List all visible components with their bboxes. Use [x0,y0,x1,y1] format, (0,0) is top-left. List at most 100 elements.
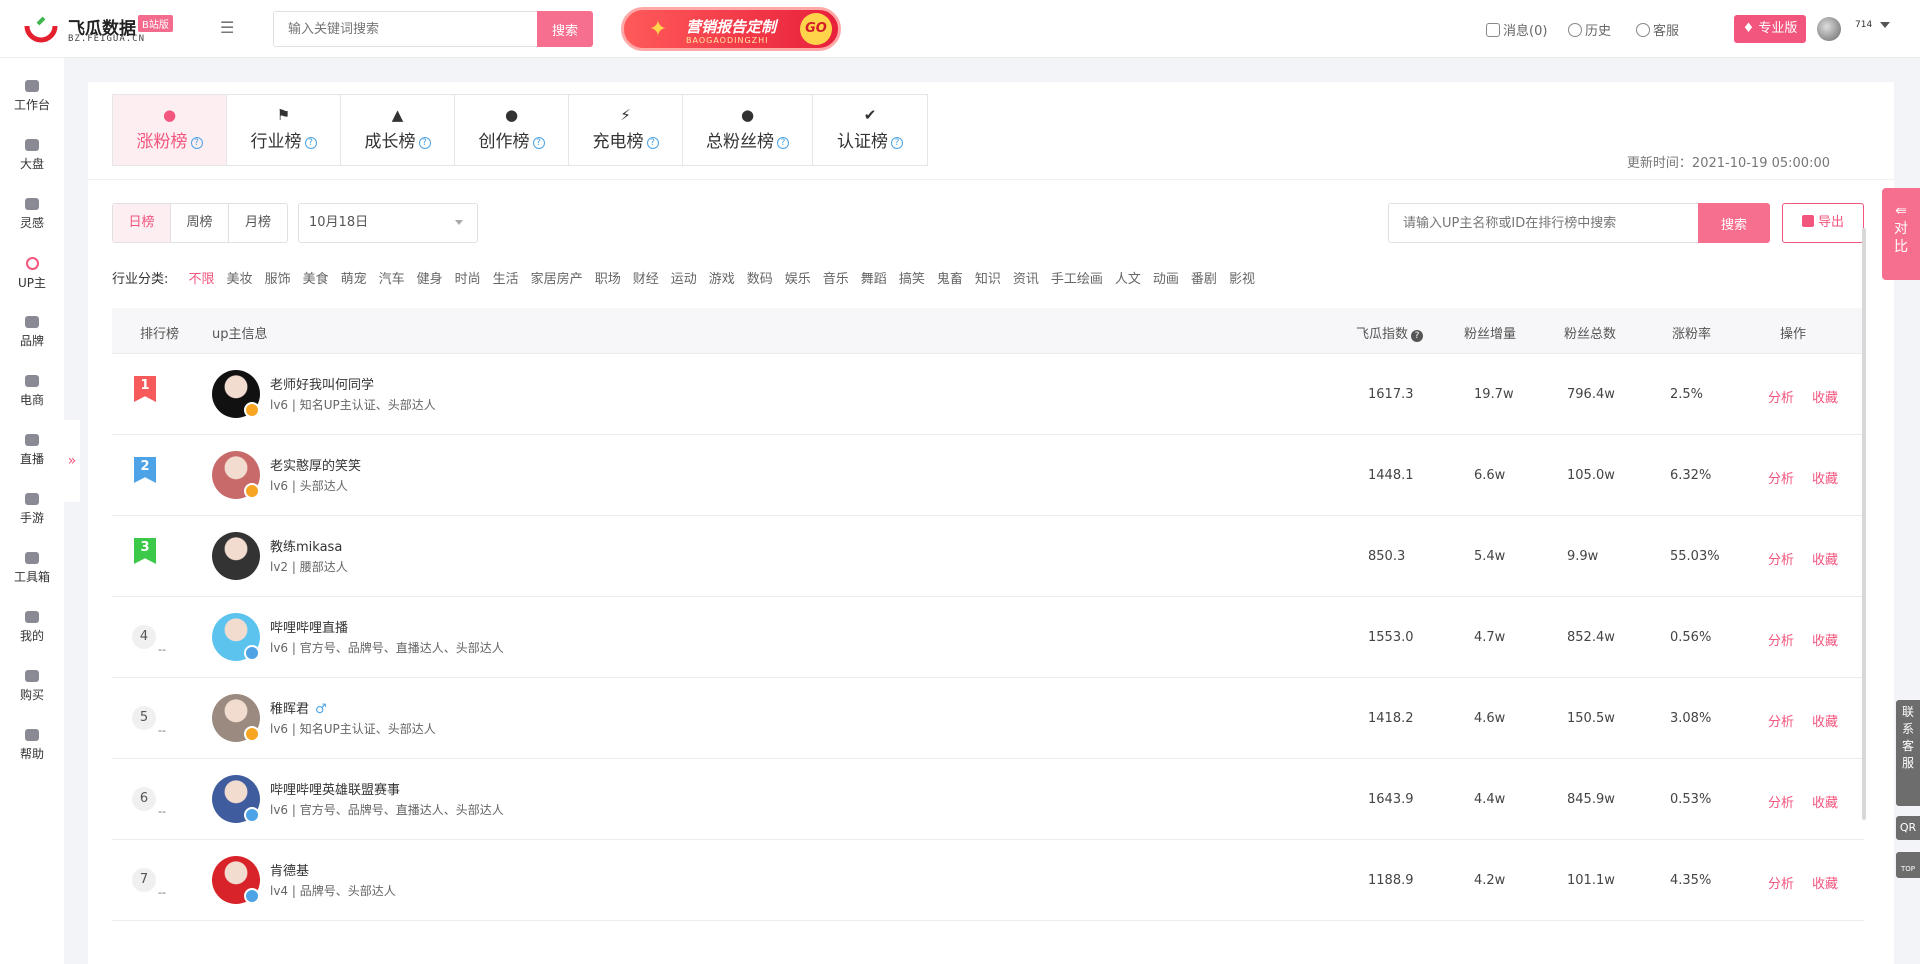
sidebar-item-8[interactable]: 工具箱 [0,542,64,596]
favorite-link[interactable]: 收藏 [1812,711,1838,730]
analyze-link[interactable]: 分析 [1768,387,1794,406]
sidebar-expand-icon[interactable]: » [64,420,80,502]
category-item[interactable]: 人文 [1115,272,1141,287]
category-item[interactable]: 搞笑 [899,272,925,287]
search-button[interactable]: 搜索 [537,11,593,47]
period-option-0[interactable]: 日榜 [113,204,171,242]
help-icon[interactable]: ? [304,137,317,149]
favorite-link[interactable]: 收藏 [1812,387,1838,406]
tab-6[interactable]: ✔ 认证榜? [813,95,927,165]
category-item[interactable]: 数码 [747,272,773,287]
sidebar-item-3[interactable]: UP主 [0,247,64,301]
sidebar-item-9[interactable]: 我的 [0,601,64,655]
messages-link[interactable]: 消息(0) [1486,20,1547,39]
date-select[interactable]: 10月18日 [298,203,478,243]
sidebar-item-11[interactable]: 帮助 [0,719,64,773]
category-item[interactable]: 时尚 [455,272,481,287]
promo-banner[interactable]: ✦ 营销报告定制 BAOGAODINGZHI GO [621,7,841,51]
analyze-link[interactable]: 分析 [1768,468,1794,487]
compare-button[interactable]: ⇚ 对比 [1882,188,1920,280]
category-item[interactable]: 知识 [975,272,1001,287]
search-input[interactable] [273,11,537,47]
favorite-link[interactable]: 收藏 [1812,630,1838,649]
table-row[interactable]: 7 -- 肯德基 lv4 | 品牌号、头部达人 1188.9 4.2w 101.1w 4.35… [112,840,1864,921]
table-row[interactable]: 4 -- 哔哩哔哩直播 lv6 | 官方号、品牌号、直播达人、头部达人 1553.0 4.… [112,597,1864,678]
favorite-link[interactable]: 收藏 [1812,468,1838,487]
category-item[interactable]: 运动 [671,272,697,287]
category-item[interactable]: 动画 [1153,272,1179,287]
table-row[interactable]: 3 教练mikasa lv2 | 腰部达人 850.3 5.4w 9.9w 55.03% 分析… [112,516,1864,597]
category-item[interactable]: 不限 [189,272,215,287]
category-item[interactable]: 生活 [493,272,519,287]
tab-1[interactable]: ⚑ 行业榜? [227,95,341,165]
analyze-link[interactable]: 分析 [1768,630,1794,649]
category-item[interactable]: 资讯 [1013,272,1039,287]
category-item[interactable]: 家居房产 [531,272,583,287]
period-option-1[interactable]: 周榜 [171,204,229,242]
help-icon[interactable]: ? [418,137,431,149]
category-item[interactable]: 萌宠 [341,272,367,287]
contact-service-button[interactable]: 联系客服 [1896,700,1920,806]
category-item[interactable]: 游戏 [709,272,735,287]
up-search-input[interactable] [1388,203,1698,243]
analyze-link[interactable]: 分析 [1768,711,1794,730]
favorite-link[interactable]: 收藏 [1812,873,1838,892]
sidebar-item-6[interactable]: 直播 [0,424,64,478]
favorite-link[interactable]: 收藏 [1812,792,1838,811]
category-item[interactable]: 番剧 [1191,272,1217,287]
help-icon[interactable]: ? [646,137,659,149]
sidebar-item-2[interactable]: 灵感 [0,188,64,242]
up-avatar[interactable] [212,532,260,580]
category-item[interactable]: 美妆 [227,272,253,287]
up-name[interactable]: 老师好我叫何同学 [270,374,374,393]
logo[interactable]: 飞瓜数据 B站版 BZ.FEIGUA.CN [24,12,174,46]
menu-toggle-icon[interactable]: ☰ [220,20,238,36]
category-item[interactable]: 音乐 [823,272,849,287]
category-item[interactable]: 鬼畜 [937,272,963,287]
category-item[interactable]: 财经 [633,272,659,287]
help-icon[interactable]: ? [777,137,789,149]
pro-version-button[interactable]: ♦ 专业版 [1734,15,1806,43]
sidebar-item-4[interactable]: 品牌 [0,306,64,360]
back-to-top-button[interactable]: TOP [1896,852,1920,878]
service-link[interactable]: 客服 [1636,20,1679,39]
category-item[interactable]: 服饰 [265,272,291,287]
analyze-link[interactable]: 分析 [1768,873,1794,892]
up-name[interactable]: 教练mikasa [270,536,342,555]
help-icon[interactable]: ? [190,137,203,149]
tab-0[interactable]: ● 涨粉榜? [113,95,227,165]
category-item[interactable]: 影视 [1229,272,1255,287]
tab-4[interactable]: ⚡ 充电榜? [569,95,683,165]
scrollbar[interactable] [1862,228,1866,820]
help-icon[interactable]: ? [891,137,903,149]
category-item[interactable]: 娱乐 [785,272,811,287]
promo-go-button[interactable]: GO [800,13,832,45]
tab-2[interactable]: ▲ 成长榜? [341,95,455,165]
table-row[interactable]: 6 -- 哔哩哔哩英雄联盟赛事 lv6 | 官方号、品牌号、直播达人、头部达人 1643… [112,759,1864,840]
user-avatar[interactable] [1817,17,1841,41]
up-name[interactable]: 肯德基 [270,860,309,879]
category-item[interactable]: 舞蹈 [861,272,887,287]
help-icon[interactable]: ? [1411,330,1424,342]
sidebar-item-1[interactable]: 大盘 [0,129,64,183]
table-row[interactable]: 1 老师好我叫何同学 lv6 | 知名UP主认证、头部达人 1617.3 19.7w 79… [112,354,1864,435]
history-link[interactable]: 历史 [1568,20,1611,39]
sidebar-item-7[interactable]: 手游 [0,483,64,537]
category-item[interactable]: 职场 [595,272,621,287]
up-name[interactable]: 老实憨厚的笑笑 [270,455,361,474]
table-row[interactable]: 5 -- 稚晖君 ♂ lv6 | 知名UP主认证、头部达人 1418.2 4.6w 150.5… [112,678,1864,759]
tab-5[interactable]: ● 总粉丝榜? [683,95,813,165]
category-item[interactable]: 健身 [417,272,443,287]
analyze-link[interactable]: 分析 [1768,792,1794,811]
category-item[interactable]: 汽车 [379,272,405,287]
sidebar-item-5[interactable]: 电商 [0,365,64,419]
up-search-button[interactable]: 搜索 [1698,203,1770,243]
favorite-link[interactable]: 收藏 [1812,549,1838,568]
period-option-2[interactable]: 月榜 [229,204,287,242]
up-name[interactable]: 稚晖君 ♂ [270,698,327,717]
table-row[interactable]: 2 老实憨厚的笑笑 lv6 | 头部达人 1448.1 6.6w 105.0w 6.32% 分… [112,435,1864,516]
export-button[interactable]: 导出 [1782,203,1864,243]
up-name[interactable]: 哔哩哔哩英雄联盟赛事 [270,779,400,798]
qr-code-icon[interactable]: QR [1896,816,1920,840]
tab-3[interactable]: ● 创作榜? [455,95,569,165]
